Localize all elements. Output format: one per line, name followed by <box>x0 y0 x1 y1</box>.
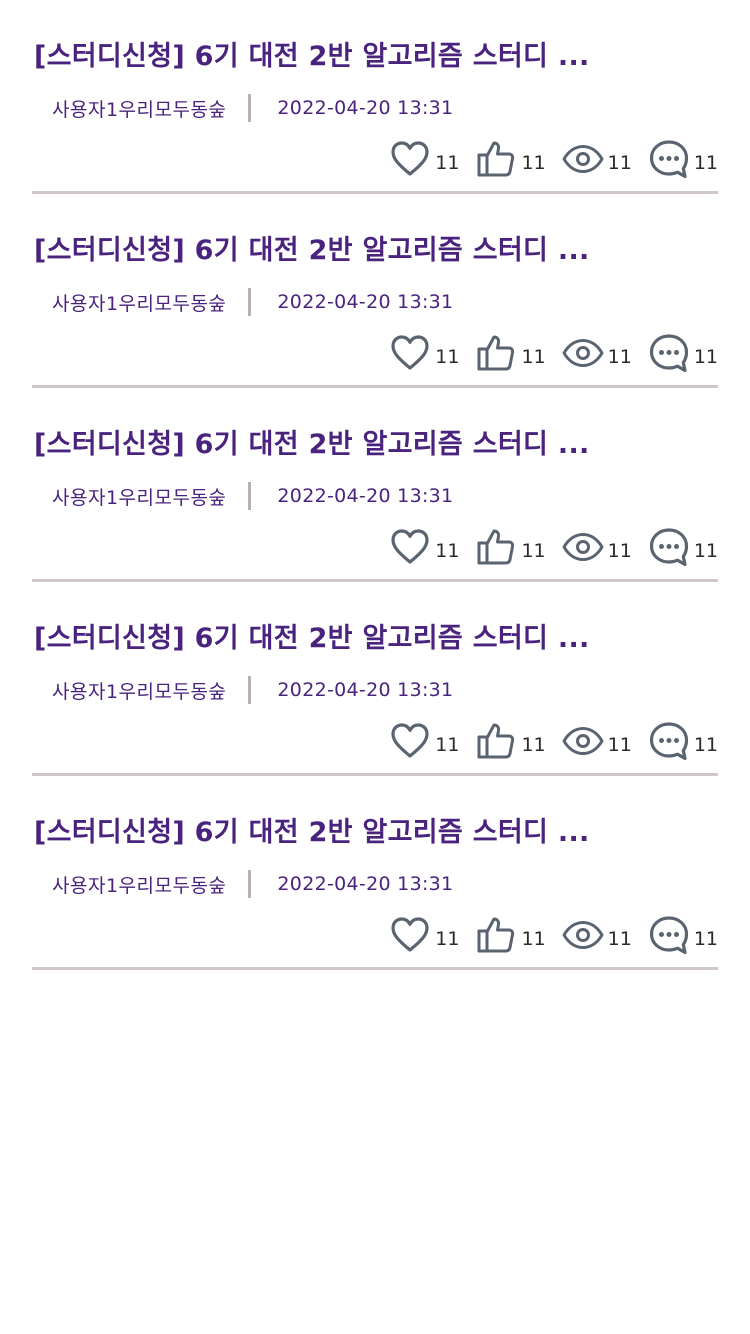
post-list: [스터디신청] 6기 대전 2반 알고리즘 스터디 ... 사용자1우리모두동숲… <box>32 0 718 970</box>
post-stats: 11 11 11 11 <box>389 332 718 374</box>
like-stat[interactable]: 11 <box>389 332 459 374</box>
view-stat: 11 <box>562 332 632 374</box>
post-meta: 사용자1우리모두동숲 2022-04-20 13:31 <box>52 288 453 316</box>
post-title[interactable]: [스터디신청] 6기 대전 2반 알고리즘 스터디 ... <box>34 810 590 849</box>
eye-icon <box>562 720 604 762</box>
like-stat[interactable]: 11 <box>389 914 459 956</box>
post-stats: 11 11 11 11 <box>389 526 718 568</box>
post-author[interactable]: 사용자1우리모두동숲 <box>52 95 226 122</box>
thumbs-count: 11 <box>521 152 546 174</box>
thumbs-count: 11 <box>521 928 546 950</box>
meta-divider <box>248 676 252 704</box>
post-title[interactable]: [스터디신청] 6기 대전 2반 알고리즘 스터디 ... <box>34 228 590 267</box>
post-stats: 11 11 11 11 <box>389 138 718 180</box>
post-stats: 11 11 11 11 <box>389 914 718 956</box>
eye-icon <box>562 526 604 568</box>
view-stat: 11 <box>562 138 632 180</box>
view-count: 11 <box>607 346 632 368</box>
post-item[interactable]: [스터디신청] 6기 대전 2반 알고리즘 스터디 ... 사용자1우리모두동숲… <box>32 776 718 970</box>
thumbs-up-icon[interactable] <box>475 526 517 568</box>
thumbs-count: 11 <box>521 346 546 368</box>
comment-stat[interactable]: 11 <box>648 914 718 956</box>
post-title[interactable]: [스터디신청] 6기 대전 2반 알고리즘 스터디 ... <box>34 34 590 73</box>
thumbs-up-icon[interactable] <box>475 138 517 180</box>
thumbs-stat[interactable]: 11 <box>475 332 546 374</box>
like-count: 11 <box>435 152 460 174</box>
comment-stat[interactable]: 11 <box>648 138 718 180</box>
eye-icon <box>562 138 604 180</box>
post-date: 2022-04-20 13:31 <box>277 873 454 895</box>
view-stat: 11 <box>562 526 632 568</box>
heart-icon[interactable] <box>389 138 431 180</box>
view-count: 11 <box>607 928 632 950</box>
meta-divider <box>248 870 252 898</box>
post-author[interactable]: 사용자1우리모두동숲 <box>52 483 226 510</box>
like-stat[interactable]: 11 <box>389 138 459 180</box>
view-count: 11 <box>607 734 632 756</box>
post-date: 2022-04-20 13:31 <box>277 485 454 507</box>
post-date: 2022-04-20 13:31 <box>277 679 454 701</box>
post-stats: 11 11 11 11 <box>389 720 718 762</box>
comment-count: 11 <box>693 346 718 368</box>
like-count: 11 <box>435 734 460 756</box>
like-count: 11 <box>435 346 460 368</box>
like-stat[interactable]: 11 <box>389 526 459 568</box>
post-title[interactable]: [스터디신청] 6기 대전 2반 알고리즘 스터디 ... <box>34 616 590 655</box>
post-date: 2022-04-20 13:31 <box>277 97 454 119</box>
heart-icon[interactable] <box>389 914 431 956</box>
post-item[interactable]: [스터디신청] 6기 대전 2반 알고리즘 스터디 ... 사용자1우리모두동숲… <box>32 388 718 582</box>
post-meta: 사용자1우리모두동숲 2022-04-20 13:31 <box>52 482 453 510</box>
thumbs-stat[interactable]: 11 <box>475 720 546 762</box>
thumbs-up-icon[interactable] <box>475 332 517 374</box>
comment-count: 11 <box>693 540 718 562</box>
post-title[interactable]: [스터디신청] 6기 대전 2반 알고리즘 스터디 ... <box>34 422 590 461</box>
chat-bubble-icon[interactable] <box>648 332 690 374</box>
thumbs-up-icon[interactable] <box>475 914 517 956</box>
post-meta: 사용자1우리모두동숲 2022-04-20 13:31 <box>52 676 453 704</box>
like-count: 11 <box>435 540 460 562</box>
chat-bubble-icon[interactable] <box>648 914 690 956</box>
chat-bubble-icon[interactable] <box>648 138 690 180</box>
eye-icon <box>562 332 604 374</box>
thumbs-count: 11 <box>521 540 546 562</box>
thumbs-count: 11 <box>521 734 546 756</box>
comment-stat[interactable]: 11 <box>648 526 718 568</box>
comment-count: 11 <box>693 152 718 174</box>
thumbs-up-icon[interactable] <box>475 720 517 762</box>
post-author[interactable]: 사용자1우리모두동숲 <box>52 677 226 704</box>
chat-bubble-icon[interactable] <box>648 526 690 568</box>
chat-bubble-icon[interactable] <box>648 720 690 762</box>
thumbs-stat[interactable]: 11 <box>475 914 546 956</box>
post-meta: 사용자1우리모두동숲 2022-04-20 13:31 <box>52 870 453 898</box>
heart-icon[interactable] <box>389 332 431 374</box>
post-meta: 사용자1우리모두동숲 2022-04-20 13:31 <box>52 94 453 122</box>
comment-stat[interactable]: 11 <box>648 332 718 374</box>
post-item[interactable]: [스터디신청] 6기 대전 2반 알고리즘 스터디 ... 사용자1우리모두동숲… <box>32 0 718 194</box>
thumbs-stat[interactable]: 11 <box>475 138 546 180</box>
post-date: 2022-04-20 13:31 <box>277 291 454 313</box>
heart-icon[interactable] <box>389 720 431 762</box>
eye-icon <box>562 914 604 956</box>
meta-divider <box>248 482 252 510</box>
view-count: 11 <box>607 540 632 562</box>
post-item[interactable]: [스터디신청] 6기 대전 2반 알고리즘 스터디 ... 사용자1우리모두동숲… <box>32 582 718 776</box>
view-stat: 11 <box>562 720 632 762</box>
view-count: 11 <box>607 152 632 174</box>
comment-count: 11 <box>693 734 718 756</box>
like-stat[interactable]: 11 <box>389 720 459 762</box>
comment-count: 11 <box>693 928 718 950</box>
like-count: 11 <box>435 928 460 950</box>
meta-divider <box>248 94 252 122</box>
heart-icon[interactable] <box>389 526 431 568</box>
thumbs-stat[interactable]: 11 <box>475 526 546 568</box>
comment-stat[interactable]: 11 <box>648 720 718 762</box>
post-item[interactable]: [스터디신청] 6기 대전 2반 알고리즘 스터디 ... 사용자1우리모두동숲… <box>32 194 718 388</box>
meta-divider <box>248 288 252 316</box>
post-author[interactable]: 사용자1우리모두동숲 <box>52 289 226 316</box>
view-stat: 11 <box>562 914 632 956</box>
post-author[interactable]: 사용자1우리모두동숲 <box>52 871 226 898</box>
